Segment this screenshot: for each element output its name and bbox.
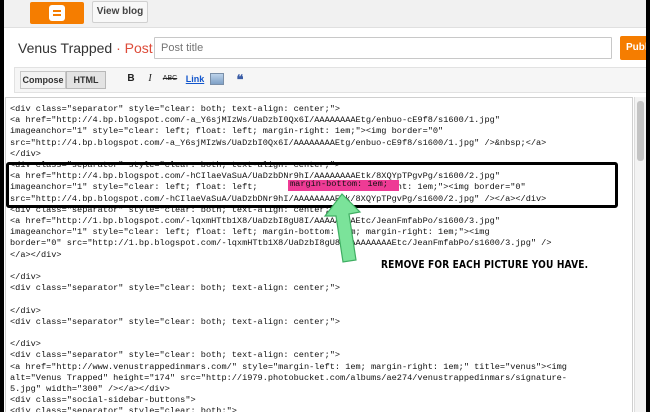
page-title: Venus Trapped · Post [18,40,153,56]
code-line: <div class="separator" style="clear: bot… [10,316,341,327]
code-line: </div> [10,272,41,283]
link-button[interactable]: Link [184,71,206,87]
code-line: <a href="http://www.venustrappedinmars.c… [10,361,567,372]
blogger-post-editor: View blog Venus Trapped · Post Publ Comp… [4,0,646,412]
view-blog-button[interactable]: View blog [92,1,148,23]
strikethrough-button[interactable]: ABC [162,71,178,87]
quote-button[interactable]: ❝ [234,71,246,87]
highlighted-code-text: margin-bottom: 1em; [290,179,388,189]
tab-compose[interactable]: Compose [20,71,66,89]
annotation-note: REMOVE FOR EACH PICTURE YOU HAVE. [381,259,589,271]
code-line: <div class="separator" style="clear: bot… [10,406,237,412]
blog-name: Venus Trapped [18,40,113,56]
annotation-arrow-icon [323,193,362,263]
code-line: <div class="separator" style="clear: bot… [10,283,341,294]
blogger-menu-button[interactable] [30,2,106,24]
code-line: imageanchor="1" style="clear: left; floa… [10,126,444,137]
code-line: imageanchor="1" style="clear: left; floa… [10,227,490,238]
code-line: 5.jpg" width="300" /></a></div> [10,384,170,395]
code-line: <a href="http://4.bp.blogspot.com/-a_Y6s… [10,115,500,126]
italic-button[interactable]: I [144,71,156,87]
code-line: <a href="http://1.bp.blogspot.com/-lqxmH… [10,216,500,227]
top-bar: View blog [4,0,646,28]
code-line: src="http://4.bp.blogspot.com/-a_Y6sjMIz… [10,137,547,148]
code-line: </div> [10,339,41,350]
insert-image-icon[interactable] [210,73,224,85]
code-line: border="0" src="http://1.bp.blogspot.com… [10,238,552,249]
editor-scrollbar[interactable] [634,97,646,412]
editor-toolbar [14,67,646,93]
code-line: <div class="separator" style="clear: bot… [10,350,341,361]
code-line: </div> [10,305,41,316]
code-line: <div class="separator" style="clear: bot… [10,104,341,114]
code-line: <div class="social-sidebar-buttons"> [10,395,196,406]
tab-html[interactable]: HTML [66,71,106,89]
section-label: Post [124,40,153,56]
title-separator: · [116,40,121,56]
post-title-input[interactable] [154,37,612,59]
html-editor[interactable]: <div class="separator" style="clear: bot… [5,97,633,412]
bold-button[interactable]: B [125,71,137,87]
scrollbar-thumb[interactable] [637,101,644,161]
publish-button[interactable]: Publ [620,36,646,60]
code-line: </div> [10,148,41,159]
code-line: alt="Venus Trapped" height="174" src="ht… [10,372,567,383]
html-source-text[interactable]: <div class="separator" style="clear: bot… [10,104,630,412]
blogger-logo-icon [49,5,65,21]
